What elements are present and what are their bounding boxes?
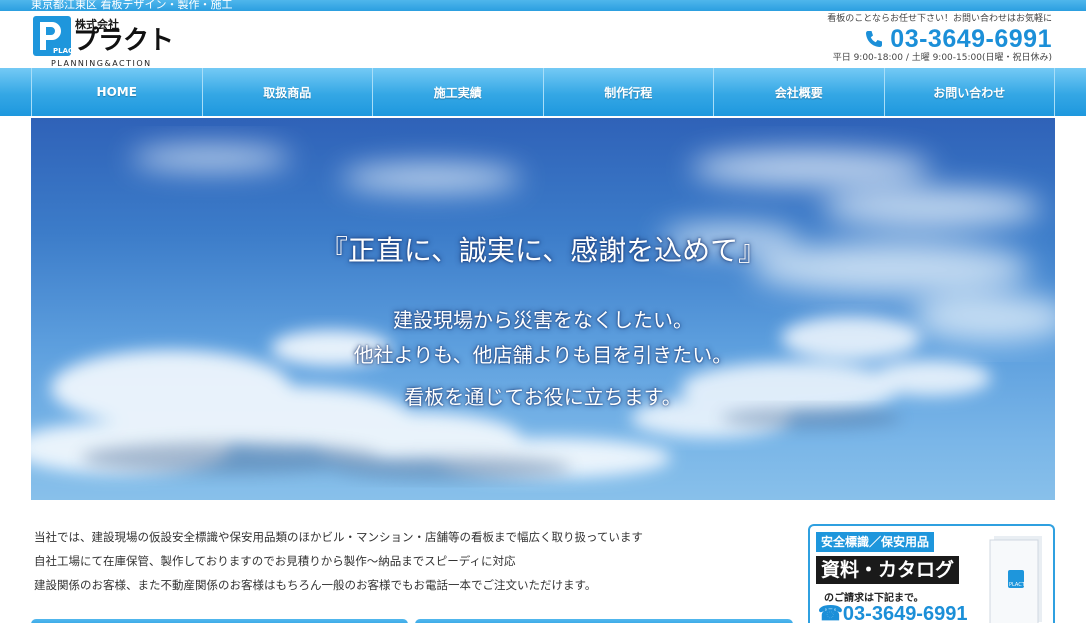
section-button-1[interactable] xyxy=(31,619,408,623)
intro-line-3: 建設関係のお客様、また不動産関係のお客様はもちろん一般のお客様でもお電話一本でご… xyxy=(34,578,597,592)
site-logo[interactable]: PLACT 株式会社 プラクト PLANNING&ACTION xyxy=(33,16,183,68)
intro-text: 当社では、建設現場の仮設安全標識や保安用品類のほかビル・マンション・店舗等の看板… xyxy=(34,525,774,597)
nav-item-works[interactable]: 施工実績 xyxy=(373,68,544,116)
top-bar-text: 東京都江東区 看板デザイン・製作・施工 xyxy=(31,0,233,11)
header-note: 看板のことならお任せ下さい！お問い合わせはお気軽に xyxy=(827,14,1052,24)
logo-mark-icon: PLACT xyxy=(33,16,71,56)
hero-title: 『正直に、誠実に、感謝を込めて』 xyxy=(319,234,767,267)
catalog-tag: 安全標識／保安用品 xyxy=(816,532,935,552)
catalog-request-banner[interactable]: 安全標識／保安用品 資料・カタログ のご請求は下記まで。 ☎03-3649-69… xyxy=(808,524,1055,623)
catalog-phone[interactable]: ☎03-3649-6991 xyxy=(818,603,967,623)
nav-item-process[interactable]: 制作行程 xyxy=(544,68,714,116)
header-contact: 看板のことならお任せ下さい！お問い合わせはお気軽に 03-3649-6991 平… xyxy=(822,14,1052,66)
catalog-title: 資料・カタログ xyxy=(816,556,960,584)
business-hours: 平日 9:00-18:00 / 土曜 9:00-15:00(日曜・祝日休み) xyxy=(832,53,1052,63)
section-button-2[interactable] xyxy=(415,619,793,623)
phone-icon xyxy=(866,31,883,47)
header: PLACT 株式会社 プラクト PLANNING&ACTION 看板のことならお… xyxy=(0,11,1086,68)
hero-line-1: 建設現場から災害をなくしたい。 xyxy=(393,308,693,332)
nav-item-company[interactable]: 会社概要 xyxy=(714,68,885,116)
nav-item-products[interactable]: 取扱商品 xyxy=(203,68,373,116)
hero-line-2: 他社よりも、他店舗よりも目を引きたい。 xyxy=(353,343,733,367)
hero-banner: 『正直に、誠実に、感謝を込めて』 建設現場から災害をなくしたい。 他社よりも、他… xyxy=(31,118,1055,500)
main-nav: HOME 取扱商品 施工実績 制作行程 会社概要 お問い合わせ xyxy=(0,68,1086,116)
logo-subtitle: PLANNING&ACTION xyxy=(51,59,152,68)
svg-text:PLACT: PLACT xyxy=(53,47,71,55)
catalog-subtitle: のご請求は下記まで。 xyxy=(824,593,924,604)
header-phone-number[interactable]: 03-3649-6991 xyxy=(890,25,1052,53)
header-phone[interactable]: 03-3649-6991 xyxy=(822,25,1052,53)
hero-line-3: 看板を通じてお役に立ちます。 xyxy=(404,385,682,409)
intro-line-1: 当社では、建設現場の仮設安全標識や保安用品類のほかビル・マンション・店舗等の看板… xyxy=(34,530,643,544)
svg-text:PLACT: PLACT xyxy=(1009,582,1026,588)
catalog-book-icon: PLACT xyxy=(989,536,1042,623)
nav-item-contact[interactable]: お問い合わせ xyxy=(885,68,1055,116)
logo-name: プラクト xyxy=(73,26,174,56)
nav-item-home[interactable]: HOME xyxy=(32,68,203,116)
intro-line-2: 自社工場にて在庫保管、製作しておりますのでお見積りから製作～納品までスピーディに… xyxy=(34,554,516,568)
top-bar: 東京都江東区 看板デザイン・製作・施工 xyxy=(0,0,1086,11)
